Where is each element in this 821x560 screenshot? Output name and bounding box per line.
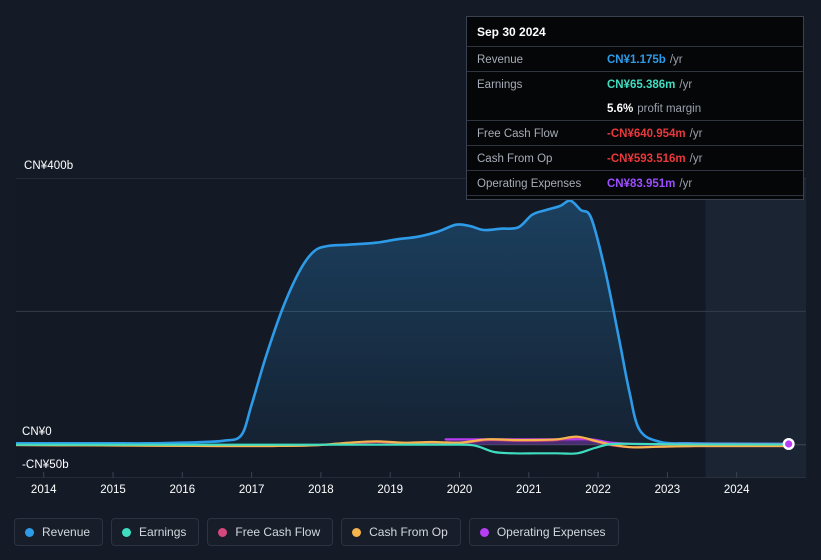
tooltip-row-unit: /yr <box>689 152 703 165</box>
end-marker-dot[interactable] <box>785 440 793 448</box>
legend-item-free-cash-flow[interactable]: Free Cash Flow <box>207 518 334 546</box>
legend-item-earnings[interactable]: Earnings <box>111 518 200 546</box>
tooltip-row-key: Revenue <box>477 53 524 66</box>
x-axis-label: 2014 <box>30 484 57 496</box>
x-axis-label: 2017 <box>238 484 265 496</box>
x-axis-label: 2018 <box>308 484 334 496</box>
data-tooltip: Sep 30 2024 Revenue CN¥1.175b/yr Earnings C… <box>466 16 804 200</box>
legend-color-dot-icon <box>122 527 132 537</box>
x-axis: 2014 2015 2016 2017 2018 2019 2020 2021 2022 2023… <box>16 484 806 504</box>
legend-item-label: Revenue <box>42 525 91 539</box>
tooltip-rows: Revenue CN¥1.175b/yr Earnings CN¥65.386m/yr… <box>467 46 803 195</box>
forecast-band <box>705 178 806 478</box>
tooltip-row-value: -CN¥593.516m <box>607 152 686 165</box>
tooltip-row-unit: /yr <box>689 127 703 140</box>
x-axis-label: 2015 <box>100 484 126 496</box>
y-axis-label-top: CN¥400b <box>24 160 74 172</box>
legend-color-dot-icon <box>218 527 228 537</box>
x-axis-label: 2016 <box>169 484 196 496</box>
tooltip-row: Revenue CN¥1.175b/yr <box>467 46 803 71</box>
legend-item-cash-from-op[interactable]: Cash From Op <box>341 518 461 546</box>
tooltip-row-value: CN¥83.951m <box>607 177 676 190</box>
tooltip-row: Operating Expenses CN¥83.951m/yr <box>467 170 803 195</box>
tooltip-bottom-rule <box>467 195 803 199</box>
tooltip-row: Free Cash Flow -CN¥640.954m/yr <box>467 120 803 145</box>
financial-chart: CN¥400b CN¥0 -CN¥50b 2014 2015 2016 2017 201… <box>0 0 821 560</box>
tooltip-row-value: CN¥1.175b <box>607 53 666 66</box>
legend-color-dot-icon <box>25 527 34 537</box>
legend-item-label: Earnings <box>139 525 187 539</box>
tooltip-row-key: Free Cash Flow <box>477 127 559 140</box>
chart-legend: Revenue Earnings Free Cash Flow Cash From O… <box>14 518 619 546</box>
tooltip-row: Earnings CN¥65.386m/yr <box>467 71 803 96</box>
tooltip-row-unit: profit margin <box>637 102 702 115</box>
legend-item-revenue[interactable]: Revenue <box>14 518 104 546</box>
y-axis-label-bottom: -CN¥50b <box>22 459 69 471</box>
legend-color-dot-icon <box>352 527 362 537</box>
x-axis-label: 2024 <box>723 484 750 496</box>
tooltip-row-value: 5.6% <box>607 102 634 115</box>
x-axis-label: 2019 <box>377 484 403 496</box>
x-axis-label: 2020 <box>446 484 473 496</box>
legend-item-operating-expenses[interactable]: Operating Expenses <box>468 518 619 546</box>
tooltip-row-value: CN¥65.386m <box>607 78 676 91</box>
x-axis-label: 2023 <box>654 484 681 496</box>
legend-color-dot-icon <box>479 527 489 537</box>
x-axis-label: 2022 <box>585 484 611 496</box>
tooltip-row: Cash From Op -CN¥593.516m/yr <box>467 145 803 170</box>
x-axis-label: 2021 <box>516 484 542 496</box>
tooltip-row-unit: /yr <box>679 78 693 91</box>
tooltip-row-value: -CN¥640.954m <box>607 127 686 140</box>
legend-item-label: Cash From Op <box>369 525 448 539</box>
plot-area[interactable] <box>16 178 806 478</box>
tooltip-row-key: Operating Expenses <box>477 177 582 190</box>
tooltip-row-key: Cash From Op <box>477 152 553 165</box>
tooltip-date: Sep 30 2024 <box>477 25 546 39</box>
tooltip-row: 5.6% profit margin <box>467 96 803 120</box>
tooltip-row-unit: /yr <box>679 177 693 190</box>
legend-item-label: Operating Expenses <box>496 525 606 539</box>
tooltip-row-key: Earnings <box>477 78 523 91</box>
legend-item-label: Free Cash Flow <box>235 525 321 539</box>
chart-canvas[interactable] <box>16 178 806 478</box>
y-axis-label-zero: CN¥0 <box>22 426 52 438</box>
tooltip-row-unit: /yr <box>669 53 683 66</box>
